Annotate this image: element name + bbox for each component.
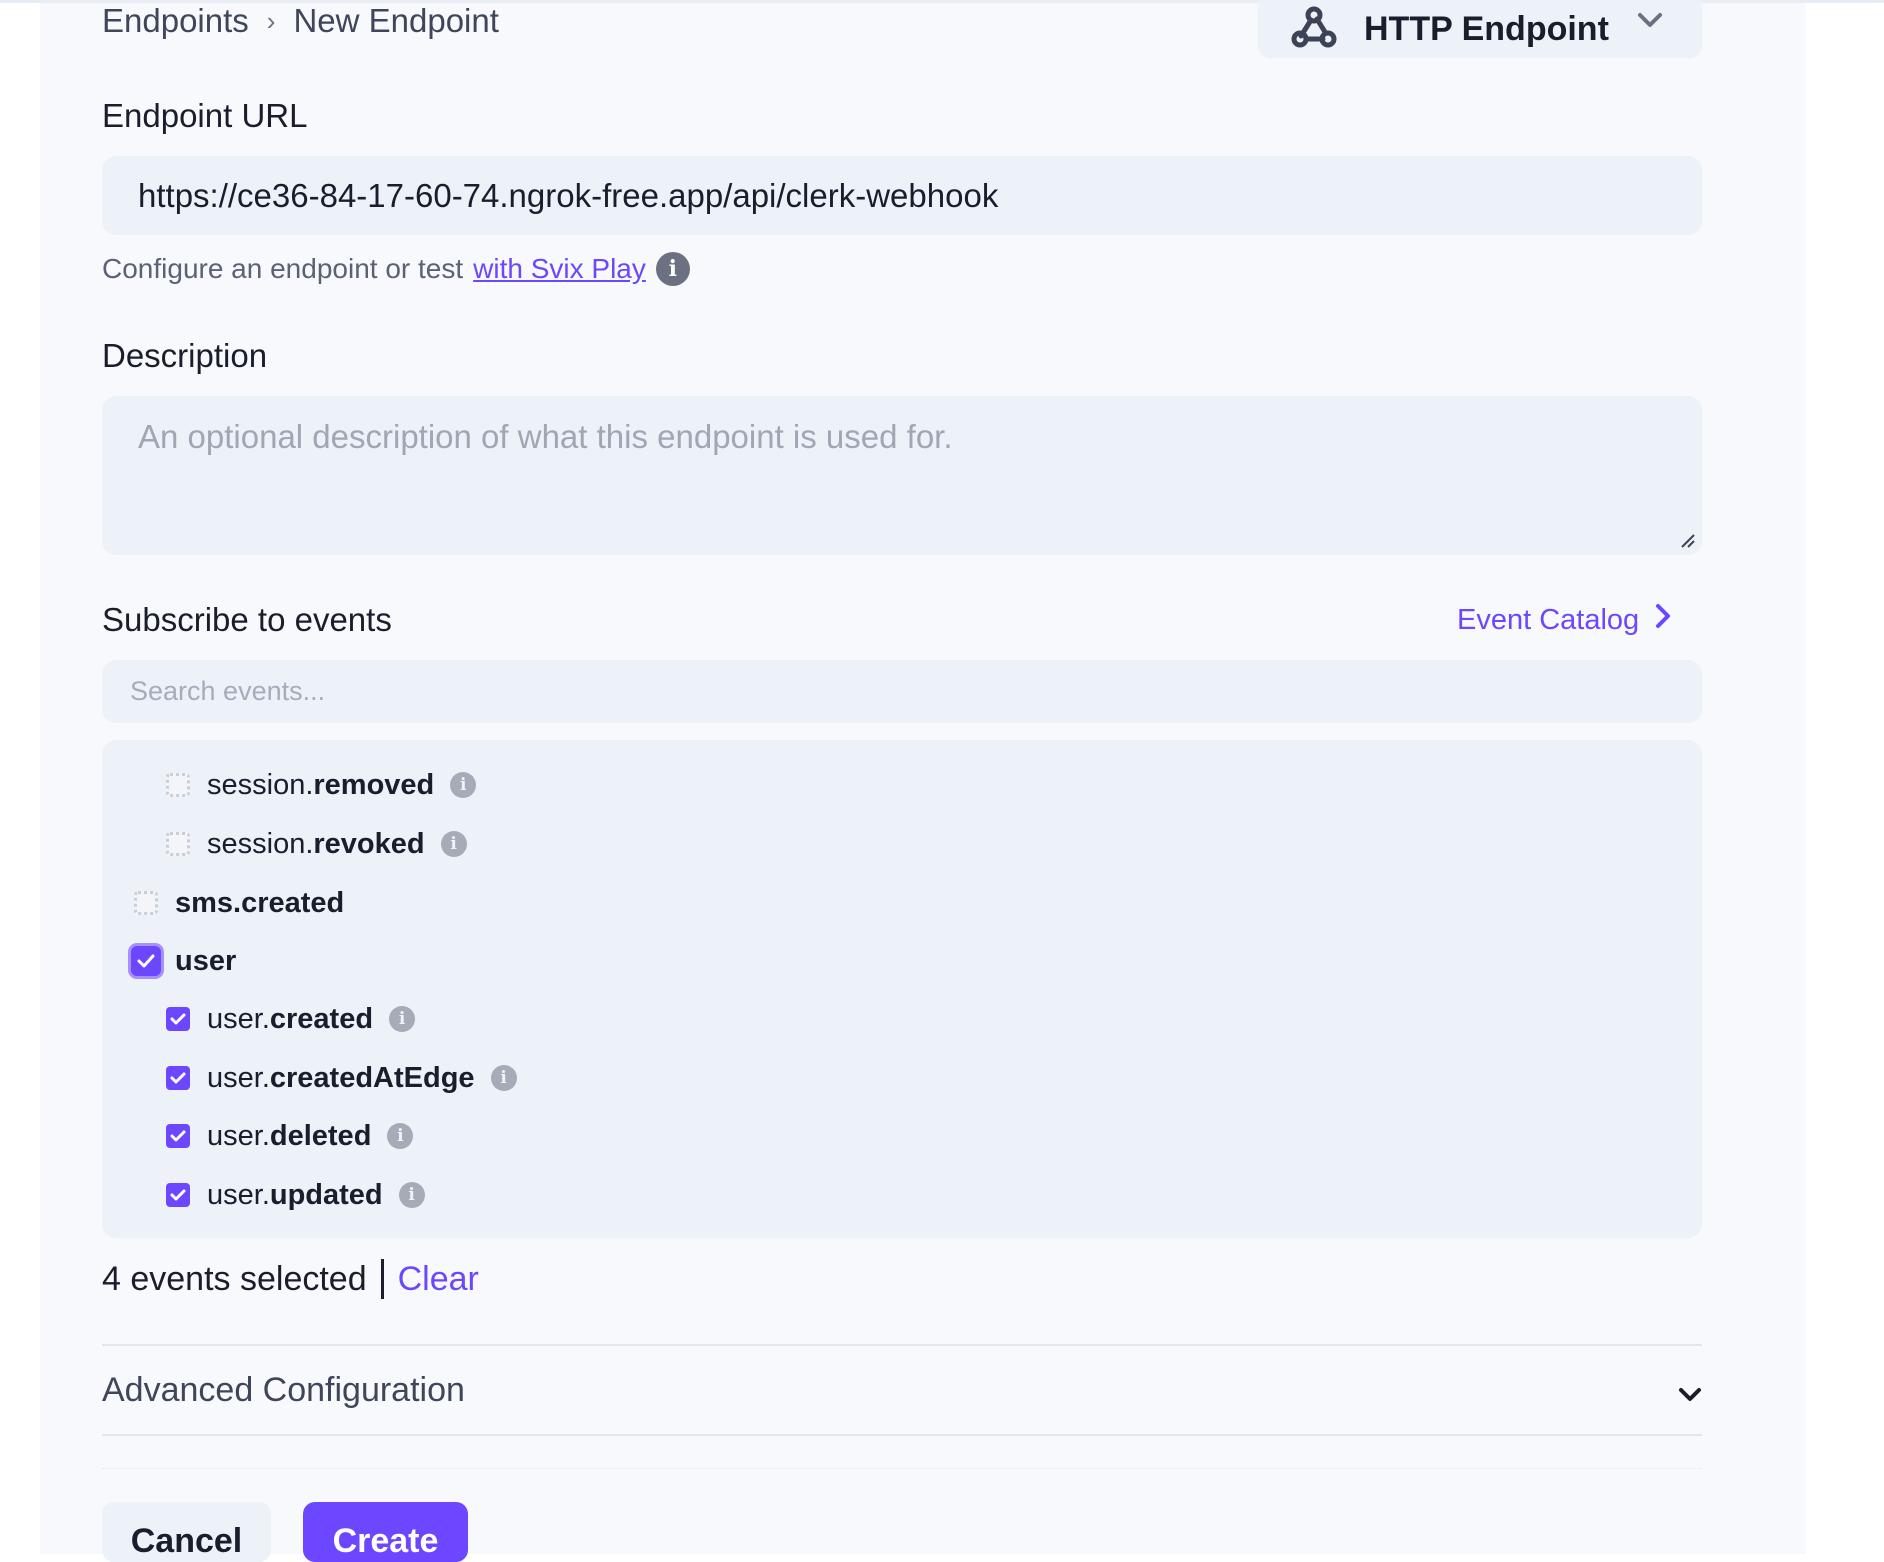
event-name: sms.created [175,886,345,919]
check-icon [170,1013,186,1025]
cancel-button[interactable]: Cancel [102,1502,271,1562]
webhook-icon [1290,5,1338,54]
chevron-right-icon [1655,603,1671,637]
event-group-user[interactable]: user [131,941,237,981]
event-name: updated [269,1178,383,1211]
selected-count-text: 4 events selected [102,1259,367,1298]
info-icon[interactable]: i [398,1182,425,1208]
checkbox-checked[interactable] [131,946,161,976]
info-icon[interactable]: i [389,1006,416,1032]
event-item-session-revoked[interactable]: session. revoked i [166,824,467,864]
event-name: user [175,944,237,977]
event-prefix: user. [207,1119,270,1152]
endpoint-url-label: Endpoint URL [102,97,308,134]
description-textarea[interactable] [102,396,1702,555]
info-icon[interactable]: i [655,252,690,286]
check-icon [170,1072,186,1084]
info-icon[interactable]: i [387,1123,414,1149]
checkbox[interactable] [166,832,190,856]
breadcrumb-current: New Endpoint [293,2,499,39]
event-name: createdAtEdge [269,1061,475,1094]
checkbox-checked[interactable] [166,1183,190,1207]
events-list: session. removed i session. revoked i sms.… [102,740,1702,1238]
breadcrumb-separator-icon: › [266,5,276,36]
endpoint-type-label: HTTP Endpoint [1364,9,1609,48]
event-prefix: user. [207,1002,270,1035]
event-item-user-updated[interactable]: user. updated i [166,1175,425,1215]
endpoint-helper: Configure an endpoint or test with Svix … [102,252,690,286]
breadcrumb: Endpoints › New Endpoint [102,0,499,42]
info-icon[interactable]: i [490,1065,517,1091]
breadcrumb-endpoints[interactable]: Endpoints [102,2,249,40]
divider [102,1434,1702,1436]
event-name: created [269,1002,374,1035]
check-icon [170,1189,186,1201]
chevron-down-icon [1678,1374,1702,1413]
create-button[interactable]: Create [303,1502,468,1562]
checkbox[interactable] [134,891,158,915]
check-icon [137,954,155,968]
event-item-user-deleted[interactable]: user. deleted i [166,1116,414,1156]
event-name: removed [313,768,435,801]
svix-play-link[interactable]: with Svix Play [473,253,646,285]
resize-handle-icon[interactable] [1680,533,1696,554]
checkbox-checked[interactable] [166,1124,190,1148]
event-name: deleted [269,1119,372,1152]
search-events-input[interactable] [102,660,1702,723]
chevron-down-icon [1636,10,1664,35]
subscribe-events-title: Subscribe to events [102,601,392,638]
event-name: revoked [313,827,425,860]
checkbox-checked[interactable] [166,1007,190,1031]
check-icon [170,1130,186,1142]
divider [102,1468,1702,1469]
description-label: Description [102,337,268,374]
event-group-sms-created[interactable]: sms.created [134,883,344,923]
event-prefix: session. [207,768,314,801]
event-item-user-createdatedge[interactable]: user. createdAtEdge i [166,1058,517,1098]
separator [380,1259,384,1299]
selected-events-summary: 4 events selected Clear [102,1257,479,1301]
info-icon[interactable]: i [440,831,467,857]
advanced-configuration-label: Advanced Configuration [102,1370,465,1409]
endpoint-type-select[interactable]: HTTP Endpoint [1258,0,1702,58]
clear-selection-button[interactable]: Clear [398,1260,479,1299]
checkbox-checked[interactable] [166,1066,190,1090]
event-prefix: user. [207,1061,270,1094]
event-item-user-created[interactable]: user. created i [166,999,416,1039]
advanced-configuration-toggle[interactable]: Advanced Configuration [102,1346,1702,1434]
event-catalog-label: Event Catalog [1457,603,1640,636]
event-catalog-link[interactable]: Event Catalog [1457,600,1671,640]
event-prefix: user. [207,1178,270,1211]
info-icon[interactable]: i [450,772,477,798]
event-item-session-removed[interactable]: session. removed i [166,765,477,805]
endpoint-url-input[interactable] [102,156,1702,235]
event-prefix: session. [207,827,314,860]
checkbox[interactable] [166,773,190,797]
helper-text: Configure an endpoint or test [102,253,464,284]
